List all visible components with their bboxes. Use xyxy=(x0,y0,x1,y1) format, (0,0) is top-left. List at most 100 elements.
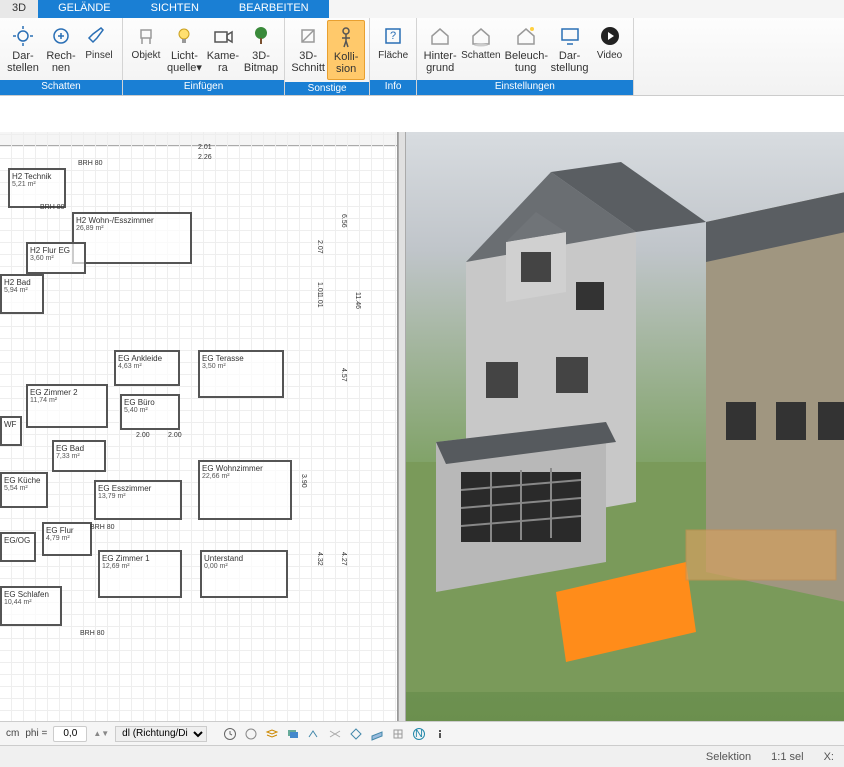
dim: 4.57 xyxy=(340,368,347,382)
btn-darstellung[interactable]: Dar-stellung xyxy=(549,20,591,78)
group-einfuegen: Objekt Licht-quelle▾ Kame-ra 3D-Bitmap E… xyxy=(123,18,285,95)
dim: 4.27 xyxy=(340,552,347,566)
room-h2-bad[interactable]: H2 Bad5,94 m² xyxy=(0,274,44,314)
btn-flaeche[interactable]: ? Fläche xyxy=(374,20,412,78)
btn-beleuchtung[interactable]: Beleuch-tung xyxy=(503,20,549,78)
room-eg-terasse[interactable]: EG Terasse3,50 m² xyxy=(198,350,284,398)
circle-icon[interactable] xyxy=(242,725,260,743)
room-wf[interactable]: WF xyxy=(0,416,22,446)
bulb-icon xyxy=(172,24,196,48)
house-shadow-icon xyxy=(469,24,493,48)
clock-icon[interactable] xyxy=(221,725,239,743)
dim: 1.01 xyxy=(316,294,323,308)
area-icon: ? xyxy=(381,24,405,48)
dim: 2.26 xyxy=(198,154,212,161)
layers-icon[interactable] xyxy=(263,725,281,743)
btn-schatten-set[interactable]: Schatten xyxy=(459,20,502,78)
room-eg-flur[interactable]: EG Flur4,79 m² xyxy=(42,522,92,556)
room-eg-buero[interactable]: EG Büro5,40 m² xyxy=(120,394,180,430)
dim: 6.56 xyxy=(340,214,347,228)
status-scale: 1:1 sel xyxy=(771,751,803,763)
dim: BRH 80 xyxy=(90,524,115,531)
dim: 2.01 xyxy=(198,144,212,151)
dim: BRH 80 xyxy=(78,160,103,167)
pane-2d[interactable]: H2 Technik5,21 m² H2 Wohn-/Esszimmer26,8… xyxy=(0,132,398,722)
snap1-icon[interactable] xyxy=(305,725,323,743)
btn-3dschnitt[interactable]: 3D-Schnitt xyxy=(289,20,327,80)
room-eg-bad[interactable]: EG Bad7,33 m² xyxy=(52,440,106,472)
room-eg-ankleide[interactable]: EG Ankleide4,63 m² xyxy=(114,350,180,386)
dim: 11.46 xyxy=(354,292,361,309)
group-title: Einfügen xyxy=(123,80,284,95)
room-eg-schlafen[interactable]: EG Schlafen10,44 m² xyxy=(0,586,62,626)
workspace: H2 Technik5,21 m² H2 Wohn-/Esszimmer26,8… xyxy=(0,132,844,722)
btn-lichtquelle[interactable]: Licht-quelle▾ xyxy=(165,20,204,78)
brush-icon xyxy=(87,24,111,48)
btn-hintergrund[interactable]: Hinter-grund xyxy=(421,20,459,78)
grid-icon[interactable] xyxy=(389,725,407,743)
tree-icon xyxy=(249,24,273,48)
status-direction-dd[interactable]: dl (Richtung/Di xyxy=(115,726,207,742)
svg-text:?: ? xyxy=(390,30,396,42)
house-bg-icon xyxy=(428,24,452,48)
person-icon xyxy=(334,25,358,49)
tab-3d[interactable]: 3D xyxy=(0,0,38,18)
diamond-icon[interactable] xyxy=(347,725,365,743)
tab-gelaende[interactable]: GELÄNDE xyxy=(38,0,131,18)
room-eg-wohn[interactable]: EG Wohnzimmer22,66 m² xyxy=(198,460,292,520)
north-icon[interactable]: N xyxy=(410,725,428,743)
room-eg-ess[interactable]: EG Esszimmer13,79 m² xyxy=(94,480,182,520)
svg-text:N: N xyxy=(415,728,423,740)
snap2-icon[interactable] xyxy=(326,725,344,743)
group-einstellungen: Hinter-grund Schatten Beleuch-tung Dar-s… xyxy=(417,18,633,95)
group-title: Info xyxy=(370,80,416,95)
ribbon-bar: Dar-stellen Rech-nen Pinsel Schatten Obj… xyxy=(0,18,844,96)
group-sonstige: 3D-Schnitt Kolli-sion Sonstige xyxy=(285,18,370,95)
dim: BRH 80 xyxy=(40,204,65,211)
ribbon-tabs: 3D GELÄNDE SICHTEN BEARBEITEN xyxy=(0,0,844,18)
group-title: Einstellungen xyxy=(417,80,632,95)
group-title: Schatten xyxy=(0,80,122,95)
house-light-icon xyxy=(514,24,538,48)
info-icon[interactable] xyxy=(431,725,449,743)
btn-kamera[interactable]: Kame-ra xyxy=(204,20,242,78)
house-3d xyxy=(406,132,844,692)
room-h2-flur[interactable]: H2 Flur EG3,60 m² xyxy=(26,242,86,274)
sun-icon xyxy=(11,24,35,48)
group-schatten: Dar-stellen Rech-nen Pinsel Schatten xyxy=(0,18,123,95)
tab-sichten[interactable]: SICHTEN xyxy=(131,0,219,18)
room-eg-zimmer2[interactable]: EG Zimmer 211,74 m² xyxy=(26,384,108,428)
status-unit: cm xyxy=(6,728,19,739)
floorplan: H2 Technik5,21 m² H2 Wohn-/Esszimmer26,8… xyxy=(0,132,397,722)
status-selektion: Selektion xyxy=(706,751,751,763)
pane-divider[interactable] xyxy=(398,132,406,722)
tab-bearbeiten[interactable]: BEARBEITEN xyxy=(219,0,329,18)
room-eg-zimmer1[interactable]: EG Zimmer 112,69 m² xyxy=(98,550,182,598)
btn-objekt[interactable]: Objekt xyxy=(127,20,165,78)
calc-icon xyxy=(49,24,73,48)
dim: 2.00 xyxy=(168,432,182,439)
plane-icon[interactable] xyxy=(368,725,386,743)
btn-kollision[interactable]: Kolli-sion xyxy=(327,20,365,80)
status-phi-label: phi = xyxy=(25,728,47,739)
play-icon xyxy=(598,24,622,48)
status-bar: cm phi = ▲▼ dl (Richtung/Di N xyxy=(0,721,844,745)
camera-icon xyxy=(211,24,235,48)
room-h2-technik[interactable]: H2 Technik5,21 m² xyxy=(8,168,66,208)
dim: 4.32 xyxy=(316,552,323,566)
chair-icon xyxy=(134,24,158,48)
btn-video[interactable]: Video xyxy=(591,20,629,78)
btn-pinsel[interactable]: Pinsel xyxy=(80,20,118,78)
btn-3dbitmap[interactable]: 3D-Bitmap xyxy=(242,20,280,78)
pane-3d[interactable] xyxy=(406,132,844,722)
group-title: Sonstige xyxy=(285,82,369,95)
room-eg-og[interactable]: EG/OG xyxy=(0,532,36,562)
room-eg-kueche[interactable]: EG Küche5,54 m² xyxy=(0,472,48,508)
room-unterstand[interactable]: Unterstand0,00 m² xyxy=(200,550,288,598)
stepper-icon[interactable]: ▲▼ xyxy=(93,729,109,738)
stack-icon[interactable] xyxy=(284,725,302,743)
room-h2-wohn[interactable]: H2 Wohn-/Esszimmer26,89 m² xyxy=(72,212,192,264)
btn-darstellen[interactable]: Dar-stellen xyxy=(4,20,42,78)
status-phi-input[interactable] xyxy=(53,726,87,742)
btn-rechnen[interactable]: Rech-nen xyxy=(42,20,80,78)
